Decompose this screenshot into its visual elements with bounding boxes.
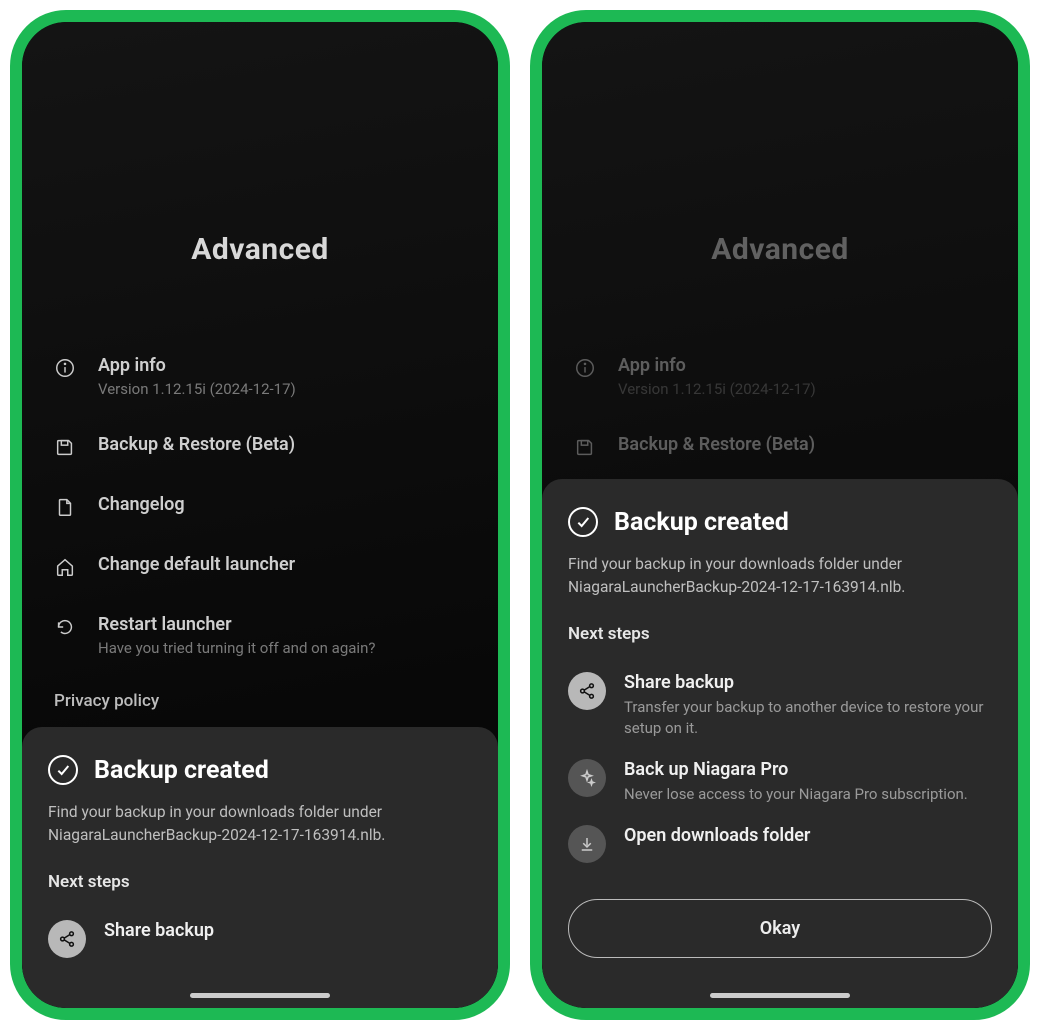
page-title: Advanced — [542, 232, 1018, 267]
info-icon — [54, 357, 76, 379]
step-title: Share backup — [104, 920, 214, 941]
menu-backup-restore[interactable]: Backup & Restore (Beta) — [46, 416, 474, 476]
privacy-policy-link[interactable]: Privacy policy — [22, 675, 498, 735]
phone-left: Advanced App info Version 1.12.15i (2024… — [10, 10, 510, 1020]
step-sub: Never lose access to your Niagara Pro su… — [624, 784, 968, 805]
step-title: Back up Niagara Pro — [624, 759, 968, 780]
sheet-description: Find your backup in your downloads folde… — [48, 801, 472, 846]
step-share[interactable]: Share backup — [48, 910, 472, 968]
menu-label: Changelog — [98, 494, 185, 515]
home-indicator[interactable] — [190, 993, 330, 998]
check-icon — [48, 755, 78, 785]
info-icon — [574, 357, 596, 379]
next-steps-label: Next steps — [48, 872, 472, 892]
step-pro[interactable]: Back up Niagara Pro Never lose access to… — [568, 749, 992, 815]
menu-sub: Have you tried turning it off and on aga… — [98, 639, 375, 657]
menu-changelog[interactable]: Changelog — [46, 476, 474, 536]
menu-label: Backup & Restore (Beta) — [98, 434, 295, 455]
bottom-sheet-peek[interactable]: Backup created Find your backup in your … — [22, 727, 498, 1008]
check-icon — [568, 507, 598, 537]
dimmed-background: Advanced App info Version 1.12.15i (2024… — [542, 22, 1018, 476]
step-open-downloads[interactable]: Open downloads folder — [568, 815, 992, 873]
menu-app-info: App info Version 1.12.15i (2024-12-17) — [566, 337, 994, 416]
menu-list: App info Version 1.12.15i (2024-12-17) B… — [22, 337, 498, 675]
share-icon — [568, 672, 606, 710]
screen-right: Advanced App info Version 1.12.15i (2024… — [542, 22, 1018, 1008]
step-share[interactable]: Share backup Transfer your backup to ano… — [568, 662, 992, 749]
menu-app-info[interactable]: App info Version 1.12.15i (2024-12-17) — [46, 337, 474, 416]
download-icon — [568, 825, 606, 863]
menu-label: App info — [98, 355, 296, 376]
step-title: Share backup — [624, 672, 992, 693]
page-title: Advanced — [22, 232, 498, 267]
menu-restart[interactable]: Restart launcher Have you tried turning … — [46, 596, 474, 675]
home-icon — [54, 556, 76, 578]
save-icon — [54, 436, 76, 458]
okay-button[interactable]: Okay — [568, 899, 992, 958]
step-sub: Transfer your backup to another device t… — [624, 697, 992, 739]
phone-right: Advanced App info Version 1.12.15i (2024… — [530, 10, 1030, 1020]
save-icon — [574, 436, 596, 458]
share-icon — [48, 920, 86, 958]
menu-backup-restore: Backup & Restore (Beta) — [566, 416, 994, 476]
sheet-title: Backup created — [614, 508, 789, 537]
sparkle-icon — [568, 759, 606, 797]
step-title: Open downloads folder — [624, 825, 810, 846]
sheet-title: Backup created — [94, 756, 269, 785]
screen-left: Advanced App info Version 1.12.15i (2024… — [22, 22, 498, 1008]
bottom-sheet-expanded: Backup created Find your backup in your … — [542, 479, 1018, 1008]
home-indicator[interactable] — [710, 993, 850, 998]
menu-sub: Version 1.12.15i (2024-12-17) — [98, 380, 296, 398]
document-icon — [54, 496, 76, 518]
restart-icon — [54, 616, 76, 638]
next-steps-label: Next steps — [568, 624, 992, 644]
menu-label: Change default launcher — [98, 554, 295, 575]
menu-label: Restart launcher — [98, 614, 375, 635]
menu-default-launcher[interactable]: Change default launcher — [46, 536, 474, 596]
sheet-description: Find your backup in your downloads folde… — [568, 553, 992, 598]
